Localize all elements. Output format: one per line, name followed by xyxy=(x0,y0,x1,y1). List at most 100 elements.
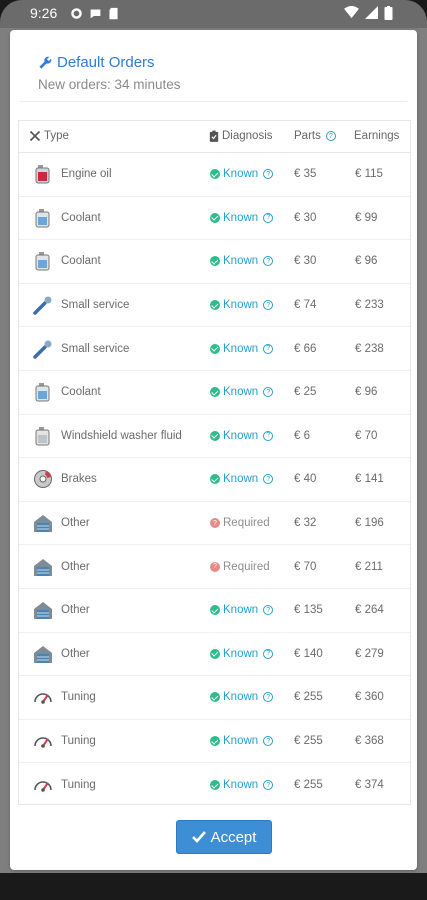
type-label: Engine oil xyxy=(61,168,112,181)
cell-parts: € 74 xyxy=(294,299,317,312)
table-row[interactable]: Coolant Known? € 30 € 99 xyxy=(19,197,410,241)
chat-icon xyxy=(90,9,101,19)
diagnosis-label: Known xyxy=(223,299,259,312)
check-circle-icon xyxy=(210,605,220,616)
type-label: Other xyxy=(61,517,90,530)
help-icon[interactable]: ? xyxy=(263,692,274,703)
cell-earnings: € 360 xyxy=(355,691,384,704)
table-row[interactable]: Engine oil Known? € 35 € 115 xyxy=(19,153,410,197)
coolant-icon xyxy=(33,250,53,272)
help-icon[interactable]: ? xyxy=(263,780,274,791)
orders-card: Default Orders New orders: 34 minutes Ty… xyxy=(10,30,417,870)
diagnosis-label: Known xyxy=(223,604,259,617)
cell-earnings: € 211 xyxy=(355,560,383,573)
type-label: Coolant xyxy=(61,386,101,399)
cell-diagnosis: Known? xyxy=(210,633,274,676)
diagnosis-label: Known xyxy=(223,429,259,442)
page-title-text: Default Orders xyxy=(57,54,155,71)
help-icon[interactable]: ? xyxy=(263,212,274,223)
type-label: Coolant xyxy=(61,211,101,224)
wrench-icon xyxy=(39,56,52,69)
cell-earnings: € 196 xyxy=(355,517,384,530)
cell-earnings: € 115 xyxy=(355,168,383,181)
cell-parts: € 255 xyxy=(294,779,323,792)
parts-help-icon[interactable]: ? xyxy=(325,131,336,141)
table-row[interactable]: Tuning Known? € 255 € 360 xyxy=(19,676,410,720)
cell-type: Tuning xyxy=(33,763,96,807)
speedometer-icon xyxy=(33,730,53,752)
check-circle-icon xyxy=(210,256,220,267)
check-circle-icon xyxy=(210,780,220,791)
cell-parts: € 66 xyxy=(294,342,317,355)
table-row[interactable]: Tuning Known? € 255 € 368 xyxy=(19,720,410,764)
table-row[interactable]: Coolant Known? € 25 € 96 xyxy=(19,371,410,415)
table-row[interactable]: Small service Known? € 74 € 233 xyxy=(19,284,410,328)
cell-diagnosis: Known? xyxy=(210,589,274,632)
help-icon[interactable]: ? xyxy=(263,430,274,441)
type-label: Small service xyxy=(61,342,130,355)
diagnosis-label: Known xyxy=(223,735,259,748)
checkmark-icon xyxy=(191,831,206,843)
table-row[interactable]: Tuning Known? € 255 € 374 xyxy=(19,763,410,807)
cell-type: Coolant xyxy=(33,371,101,414)
check-circle-icon xyxy=(210,387,220,398)
table-row[interactable]: Brakes Known? € 40 € 141 xyxy=(19,458,410,502)
help-icon[interactable]: ? xyxy=(263,256,274,267)
coolant-icon xyxy=(33,381,53,403)
help-icon[interactable]: ? xyxy=(263,605,274,616)
speedometer-icon xyxy=(33,686,53,708)
new-orders-timer: New orders: 34 minutes xyxy=(38,77,181,92)
type-label: Brakes xyxy=(61,473,97,486)
cell-type: Coolant xyxy=(33,240,101,283)
cell-earnings: € 368 xyxy=(355,735,384,748)
cell-type: Windshield washer fluid xyxy=(33,415,182,458)
help-icon[interactable]: ? xyxy=(263,169,274,180)
type-label: Other xyxy=(61,647,90,660)
check-circle-icon xyxy=(210,648,220,659)
cell-earnings: € 264 xyxy=(355,604,384,617)
table-row[interactable]: Windshield washer fluid Known? € 6 € 70 xyxy=(19,415,410,459)
question-circle-icon: ? xyxy=(210,518,220,529)
cell-parts: € 135 xyxy=(294,604,323,617)
diagnosis-label: Known xyxy=(223,691,259,704)
cell-earnings: € 70 xyxy=(355,429,378,442)
accept-button[interactable]: Accept xyxy=(176,820,272,854)
cell-diagnosis: Known? xyxy=(210,284,274,327)
table-row[interactable]: Small service Known? € 66 € 238 xyxy=(19,327,410,371)
check-circle-icon xyxy=(210,430,220,441)
cell-type: Other xyxy=(33,502,90,545)
help-icon[interactable]: ? xyxy=(263,343,274,354)
cell-earnings: € 233 xyxy=(355,299,384,312)
table-row[interactable]: Coolant Known? € 30 € 96 xyxy=(19,240,410,284)
table-row[interactable]: Other? Required € 70 € 211 xyxy=(19,545,410,589)
table-row[interactable]: Other? Required € 32 € 196 xyxy=(19,502,410,546)
accept-label: Accept xyxy=(210,828,257,846)
garage-icon xyxy=(33,556,53,578)
table-row[interactable]: Other Known? € 135 € 264 xyxy=(19,589,410,633)
cell-earnings: € 96 xyxy=(355,255,378,268)
diagnosis-label: Known xyxy=(223,168,259,181)
col-diagnosis-header: Diagnosis xyxy=(209,130,273,142)
small-service-icon xyxy=(33,338,53,360)
signal-icon xyxy=(365,6,378,19)
type-label: Small service xyxy=(61,299,130,312)
cell-parts: € 140 xyxy=(294,647,323,660)
help-icon[interactable]: ? xyxy=(263,474,274,485)
cell-diagnosis: Known? xyxy=(210,415,274,458)
help-icon[interactable]: ? xyxy=(263,648,274,659)
help-icon[interactable]: ? xyxy=(263,387,274,398)
diagnosis-label: Required xyxy=(223,560,270,573)
cell-parts: € 25 xyxy=(294,386,317,399)
col-earnings-header: Earnings xyxy=(354,130,399,142)
coolant-icon xyxy=(33,207,53,229)
garage-icon xyxy=(33,599,53,621)
cell-type: Small service xyxy=(33,284,129,327)
type-label: Tuning xyxy=(61,779,96,792)
cell-parts: € 30 xyxy=(294,255,317,268)
system-nav-bar xyxy=(0,873,427,900)
cell-parts: € 255 xyxy=(294,691,323,704)
table-row[interactable]: Other Known? € 140 € 279 xyxy=(19,633,410,677)
help-icon[interactable]: ? xyxy=(263,300,274,311)
help-icon[interactable]: ? xyxy=(263,736,274,747)
table-header: Type Diagnosis Parts ? Earnings xyxy=(19,121,410,153)
